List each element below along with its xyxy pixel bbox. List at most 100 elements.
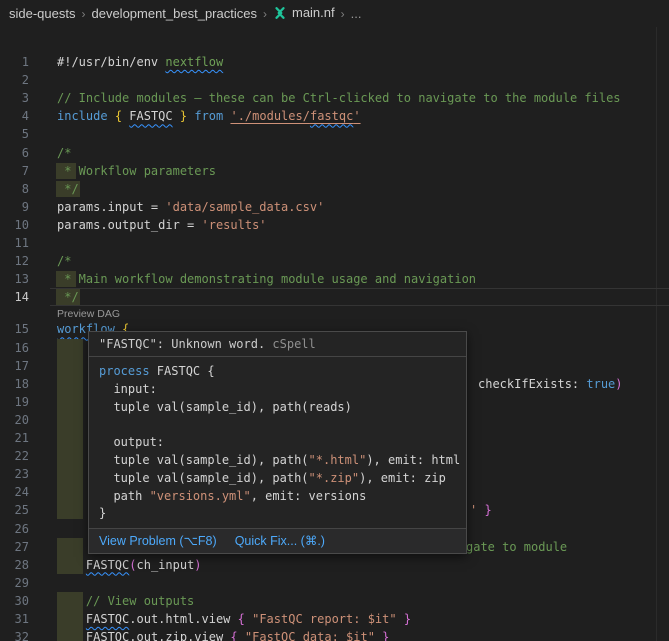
code-token: output: (99, 435, 164, 449)
code-token: ) (194, 558, 201, 572)
code-line-11[interactable]: 11 (0, 234, 669, 252)
editor-code-area[interactable]: Preview DAG 1#!/usr/bin/env nextflow23//… (0, 27, 669, 641)
line-number-30[interactable]: 30 (0, 592, 29, 610)
line-number-19[interactable]: 19 (0, 393, 29, 411)
line-number-17[interactable]: 17 (0, 357, 29, 375)
code-line-content: include { FASTQC } from './modules/fastq… (57, 107, 361, 125)
breadcrumb-separator-icon: › (81, 7, 85, 21)
line-number-25[interactable]: 25 (0, 501, 29, 519)
line-number-15[interactable]: 15 (0, 320, 29, 338)
line-number-23[interactable]: 23 (0, 465, 29, 483)
code-line-28[interactable]: 28 FASTQC(ch_input) (0, 556, 669, 574)
spellcheck-squiggle-word: FASTQC (86, 612, 129, 626)
occluded-code-fragment-line-18[interactable]: checkIfExists: true) (478, 375, 623, 393)
code-line-9[interactable]: 9 params.input = 'data/sample_data.csv' (0, 198, 669, 216)
code-token: ), emit: zip (359, 471, 446, 485)
line-number-10[interactable]: 10 (0, 216, 29, 234)
code-line-content: params.input = 'data/sample_data.csv' (57, 198, 324, 216)
indent-occurrence-highlight (57, 465, 83, 483)
code-line-content: /* (57, 252, 71, 270)
current-line-highlight (50, 288, 669, 306)
line-number-31[interactable]: 31 (0, 610, 29, 628)
line-number-18[interactable]: 18 (0, 375, 29, 393)
module-path-link[interactable]: './modules/ (230, 109, 309, 123)
line-number-29[interactable]: 29 (0, 574, 29, 592)
line-number-4[interactable]: 4 (0, 107, 29, 125)
spellcheck-squiggle-word: FASTQC (86, 630, 129, 641)
code-line-4[interactable]: 4 include { FASTQC } from './modules/fast… (0, 107, 669, 125)
view-problem-link[interactable]: View Problem (⌥F8) (99, 532, 217, 550)
line-number-28[interactable]: 28 (0, 556, 29, 574)
line-number-20[interactable]: 20 (0, 411, 29, 429)
indent-occurrence-highlight (57, 501, 83, 519)
line-number-24[interactable]: 24 (0, 483, 29, 501)
line-number-16[interactable]: 16 (0, 339, 29, 357)
line-number-3[interactable]: 3 (0, 89, 29, 107)
code-token: .out.zip.view (129, 630, 230, 641)
code-line-12[interactable]: 12 /* (0, 252, 669, 270)
code-token (57, 630, 86, 641)
code-token: .out.html.view (129, 612, 237, 626)
breadcrumb-label: development_best_practices (91, 6, 257, 21)
code-line-2[interactable]: 2 (0, 71, 669, 89)
line-number-32[interactable]: 32 (0, 628, 29, 641)
code-token: input: (99, 382, 157, 396)
indent-occurrence-highlight (57, 357, 83, 375)
line-number-1[interactable]: 1 (0, 53, 29, 71)
line-number-14[interactable]: 14 (0, 288, 29, 306)
code-line-1[interactable]: 1#!/usr/bin/env nextflow (0, 53, 669, 71)
line-number-12[interactable]: 12 (0, 252, 29, 270)
indent-occurrence-highlight (57, 339, 83, 357)
code-line-31[interactable]: 31 FASTQC.out.html.view { "FastQC report… (0, 610, 669, 628)
spellcheck-squiggle-word: fastqc (310, 109, 353, 123)
hover-code-line: tuple val(sample_id), path("*.zip"), emi… (99, 470, 456, 488)
codelens-preview-dag[interactable]: Preview DAG (57, 307, 120, 321)
code-line-32[interactable]: 32 FASTQC.out.zip.view { "FastQC data: $… (0, 628, 669, 641)
code-line-3[interactable]: 3// Include modules – these can be Ctrl-… (0, 89, 669, 107)
code-line-14[interactable]: 14 */ (0, 288, 669, 306)
nextflow-icon (273, 6, 287, 23)
occluded-code-fragment-line-27[interactable]: gate to module (466, 538, 567, 556)
code-line-29[interactable]: 29 (0, 574, 669, 592)
code-line-10[interactable]: 10params.output_dir = 'results' (0, 216, 669, 234)
spellcheck-squiggle-word: nextflow (165, 55, 223, 69)
code-token: FASTQC (129, 109, 172, 123)
code-token: } (99, 506, 106, 520)
module-path-link[interactable]: fastqc (310, 109, 353, 123)
module-path-link[interactable]: ' (353, 109, 360, 123)
code-line-30[interactable]: 30 // View outputs (0, 592, 669, 610)
code-line-7[interactable]: 7 * Workflow parameters (0, 162, 669, 180)
code-line-13[interactable]: 13 * Main workflow demonstrating module … (0, 270, 669, 288)
code-token: * Main workflow demonstrating module usa… (57, 272, 476, 286)
occluded-code-fragment-line-25[interactable]: ' } (470, 501, 492, 519)
line-number-2[interactable]: 2 (0, 71, 29, 89)
code-token: ' (470, 503, 484, 517)
line-number-8[interactable]: 8 (0, 180, 29, 198)
line-number-9[interactable]: 9 (0, 198, 29, 216)
vscode-window: side-quests›development_best_practices›m… (0, 0, 669, 641)
line-number-6[interactable]: 6 (0, 144, 29, 162)
line-number-11[interactable]: 11 (0, 234, 29, 252)
line-number-21[interactable]: 21 (0, 429, 29, 447)
breadcrumb-item-side-quests[interactable]: side-quests (9, 6, 75, 21)
line-number-7[interactable]: 7 (0, 162, 29, 180)
code-token: params.output_dir = (57, 218, 202, 232)
line-number-26[interactable]: 26 (0, 520, 29, 538)
code-token: "versions.yml" (150, 489, 251, 503)
breadcrumb-item-development-best-practices[interactable]: development_best_practices (91, 6, 257, 21)
spellcheck-squiggle-word: FASTQC (86, 558, 129, 572)
line-number-13[interactable]: 13 (0, 270, 29, 288)
code-token: ( (129, 558, 136, 572)
code-line-5[interactable]: 5 (0, 125, 669, 143)
quick-fix-link[interactable]: Quick Fix... (⌘.) (235, 532, 325, 550)
code-token: include (57, 109, 108, 123)
code-token: FASTQC (86, 558, 129, 572)
code-token: } (484, 503, 491, 517)
line-number-5[interactable]: 5 (0, 125, 29, 143)
line-number-27[interactable]: 27 (0, 538, 29, 556)
line-number-22[interactable]: 22 (0, 447, 29, 465)
code-line-6[interactable]: 6/* (0, 144, 669, 162)
code-line-8[interactable]: 8 */ (0, 180, 669, 198)
breadcrumb-item-[interactable]: ... (351, 6, 362, 21)
breadcrumb-item-main-nf[interactable]: main.nf (273, 5, 335, 23)
